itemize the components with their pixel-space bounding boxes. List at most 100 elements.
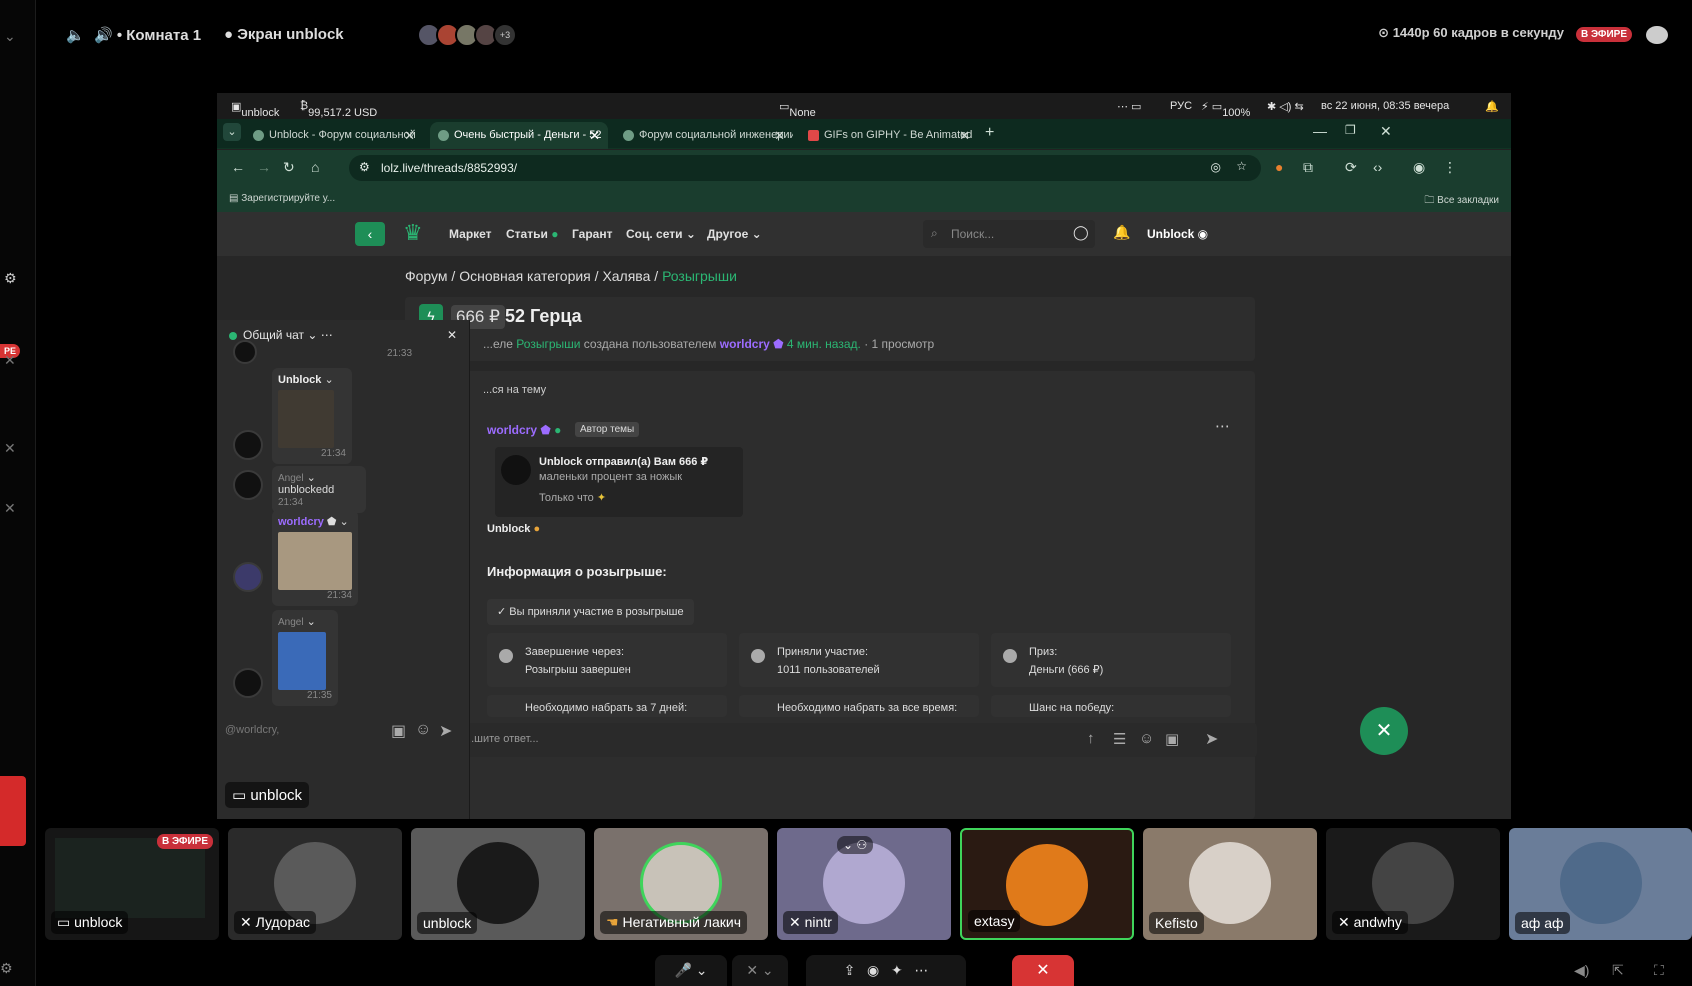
chat-image[interactable] <box>278 390 334 448</box>
smile-icon[interactable]: ☺ <box>415 721 431 739</box>
send-icon[interactable]: ➤ <box>439 721 452 741</box>
tab-forum-engineering[interactable]: Форум социальной инженерии ✕ <box>615 122 793 149</box>
tab-active-thread[interactable]: Очень быстрый - Деньги - 52 ✕ <box>430 122 608 149</box>
site-logo-icon[interactable]: ♛ <box>403 220 423 246</box>
participant-tile[interactable]: ☚ Негативный лакич <box>594 828 768 940</box>
popout-icon[interactable]: ⇱ <box>1612 962 1624 979</box>
chat-bubble-icon[interactable] <box>1646 26 1668 44</box>
restore-icon[interactable]: ❐ <box>1345 123 1356 137</box>
headphones-off-icon[interactable]: ✕ <box>4 440 16 457</box>
subscribe-link[interactable]: ...ся на тему <box>483 384 546 396</box>
close-icon[interactable]: ✕ <box>589 128 600 144</box>
home-icon[interactable]: ⌂ <box>311 159 319 175</box>
tab-forum-unblock[interactable]: Unblock - Форум социальной ✕ <box>245 122 423 149</box>
reload-icon[interactable]: ↻ <box>283 159 295 176</box>
disconnect-button[interactable]: ✕ <box>1012 955 1074 986</box>
fullscreen-icon[interactable]: ⛶ <box>1654 962 1664 979</box>
crumb-giveaways[interactable]: Розыгрыши <box>662 268 737 284</box>
crumb-freebies[interactable]: Халява <box>602 268 650 284</box>
screen-share-label[interactable]: ● Экран unblock <box>224 26 344 43</box>
mention[interactable]: Unblock ● <box>487 523 540 535</box>
messages-icon[interactable]: ◯ <box>1073 224 1089 241</box>
msg-author[interactable]: Angel <box>278 473 304 484</box>
extensions-icon[interactable]: ⧉ <box>1303 159 1313 176</box>
profile-icon[interactable]: ◉ <box>1413 159 1425 176</box>
chat-image[interactable] <box>278 632 326 690</box>
crumb-main[interactable]: Основная категория <box>459 268 591 284</box>
participant-tile[interactable]: ✕ andwhy <box>1326 828 1500 940</box>
chevron-down-icon[interactable]: ⌄ <box>4 28 16 45</box>
image-icon[interactable]: ▣ <box>1165 730 1179 748</box>
post-author[interactable]: worldcry ⬟ ● <box>487 423 561 437</box>
more-options-icon[interactable]: ⋯ <box>1215 417 1230 435</box>
screenshot-icon[interactable]: ⟳ <box>1345 159 1357 176</box>
all-bookmarks[interactable]: 🗀 Все закладки <box>1424 193 1499 210</box>
participant-tile[interactable]: ✕ Лудорас <box>228 828 402 940</box>
close-window-icon[interactable]: ✕ <box>1380 123 1392 140</box>
avatar[interactable] <box>233 470 263 500</box>
avatar[interactable] <box>233 340 257 364</box>
nav-other[interactable]: Другое ⌄ <box>707 227 762 241</box>
close-icon[interactable]: ✕ <box>959 128 970 144</box>
send-icon[interactable]: ➤ <box>1205 729 1218 749</box>
avatar[interactable] <box>233 430 263 460</box>
crumb-forum[interactable]: Форум <box>405 268 448 284</box>
participant-avatars[interactable]: +3 <box>417 23 517 47</box>
room-label[interactable]: 🔊 • Комната 1 <box>94 26 201 44</box>
participant-tile[interactable]: Kefisto <box>1143 828 1317 940</box>
msg-author[interactable]: worldcry <box>278 516 324 528</box>
list-icon[interactable]: ☰ <box>1113 730 1126 748</box>
chat-image[interactable] <box>278 532 352 590</box>
mic-off-icon[interactable]: ✕ <box>4 352 16 369</box>
chat-input[interactable]: @worldcry, ▣ ☺ ➤ <box>217 714 469 748</box>
avatar[interactable] <box>233 562 263 592</box>
smile-icon[interactable]: ☺ <box>1139 730 1154 747</box>
bell-icon[interactable]: 🔔 <box>1113 224 1130 241</box>
volume-icon[interactable]: 🔈 <box>66 26 85 44</box>
image-icon[interactable]: ▣ <box>391 721 406 741</box>
menu-icon[interactable]: ⋮ <box>1443 159 1457 176</box>
video-off-icon[interactable]: ✕ <box>4 500 16 517</box>
tab-search-icon[interactable]: ⌄ <box>223 123 241 141</box>
close-icon[interactable]: ✕ <box>404 128 415 144</box>
notification-icon[interactable]: 🔔 <box>1485 100 1499 113</box>
nav-articles[interactable]: Статьи ● <box>506 227 558 241</box>
mic-button[interactable]: 🎤 ⌄ <box>655 955 727 986</box>
back-icon[interactable]: ← <box>231 159 245 175</box>
bookmark-item[interactable]: ▤ Зарегистрируйте у... <box>229 193 335 204</box>
nav-social[interactable]: Соц. сети ⌄ <box>626 227 696 241</box>
eye-off-icon[interactable]: ◎ <box>1211 160 1221 174</box>
camera-off-button[interactable]: ✕ ⌄ <box>732 955 788 986</box>
minimize-icon[interactable]: — <box>1313 123 1327 139</box>
user-menu[interactable]: Unblock ◉ <box>1147 227 1208 241</box>
msg-author[interactable]: Angel <box>278 617 304 628</box>
star-icon[interactable]: ☆ <box>1236 159 1247 173</box>
meta-author[interactable]: worldcry <box>720 337 770 351</box>
site-info-icon[interactable]: ⚙ <box>359 160 370 174</box>
close-icon[interactable]: ✕ <box>774 128 785 144</box>
user-settings-icon[interactable]: ⚙ <box>4 270 17 287</box>
new-tab-icon[interactable]: + <box>985 124 994 142</box>
participant-tile[interactable]: ⌄ ⚇ ✕ nintr <box>777 828 951 940</box>
close-icon[interactable]: ✕ <box>447 328 457 342</box>
chat-title[interactable]: Общий чат <box>243 328 304 342</box>
back-button[interactable]: ‹ <box>355 222 385 246</box>
participant-tile[interactable]: В ЭФИРЕ ▭ unblock <box>45 828 219 940</box>
nav-market[interactable]: Маркет <box>449 227 492 241</box>
reply-box[interactable]: ...шите ответ... ↑ ☰ ☺ ▣ ➤ <box>407 723 1257 757</box>
code-icon[interactable]: ‹› <box>1373 159 1382 175</box>
arrow-up-icon[interactable]: ↑ <box>1087 730 1095 747</box>
url-input[interactable]: ⚙ lolz.live/threads/8852993/ ◎ ☆ <box>349 155 1261 181</box>
share-activities-buttons[interactable]: ⇪ ◉ ✦ ⋯ <box>806 955 966 986</box>
volume-icon[interactable]: ◀) <box>1574 962 1589 979</box>
forward-icon[interactable]: → <box>257 159 271 175</box>
avatar[interactable] <box>233 668 263 698</box>
close-fab-button[interactable]: ✕ <box>1360 707 1408 755</box>
forum-search-input[interactable]: ⌕ Поиск... <box>923 220 1095 248</box>
tile-options[interactable]: ⌄ ⚇ <box>837 836 874 854</box>
participant-tile[interactable]: extasy <box>960 828 1134 940</box>
msg-author[interactable]: Unblock <box>278 374 321 386</box>
tab-giphy[interactable]: GIFs on GIPHY - Be Animated ✕ <box>800 122 978 149</box>
nav-guarantor[interactable]: Гарант <box>572 227 612 241</box>
participant-tile[interactable]: аф аф <box>1509 828 1692 940</box>
